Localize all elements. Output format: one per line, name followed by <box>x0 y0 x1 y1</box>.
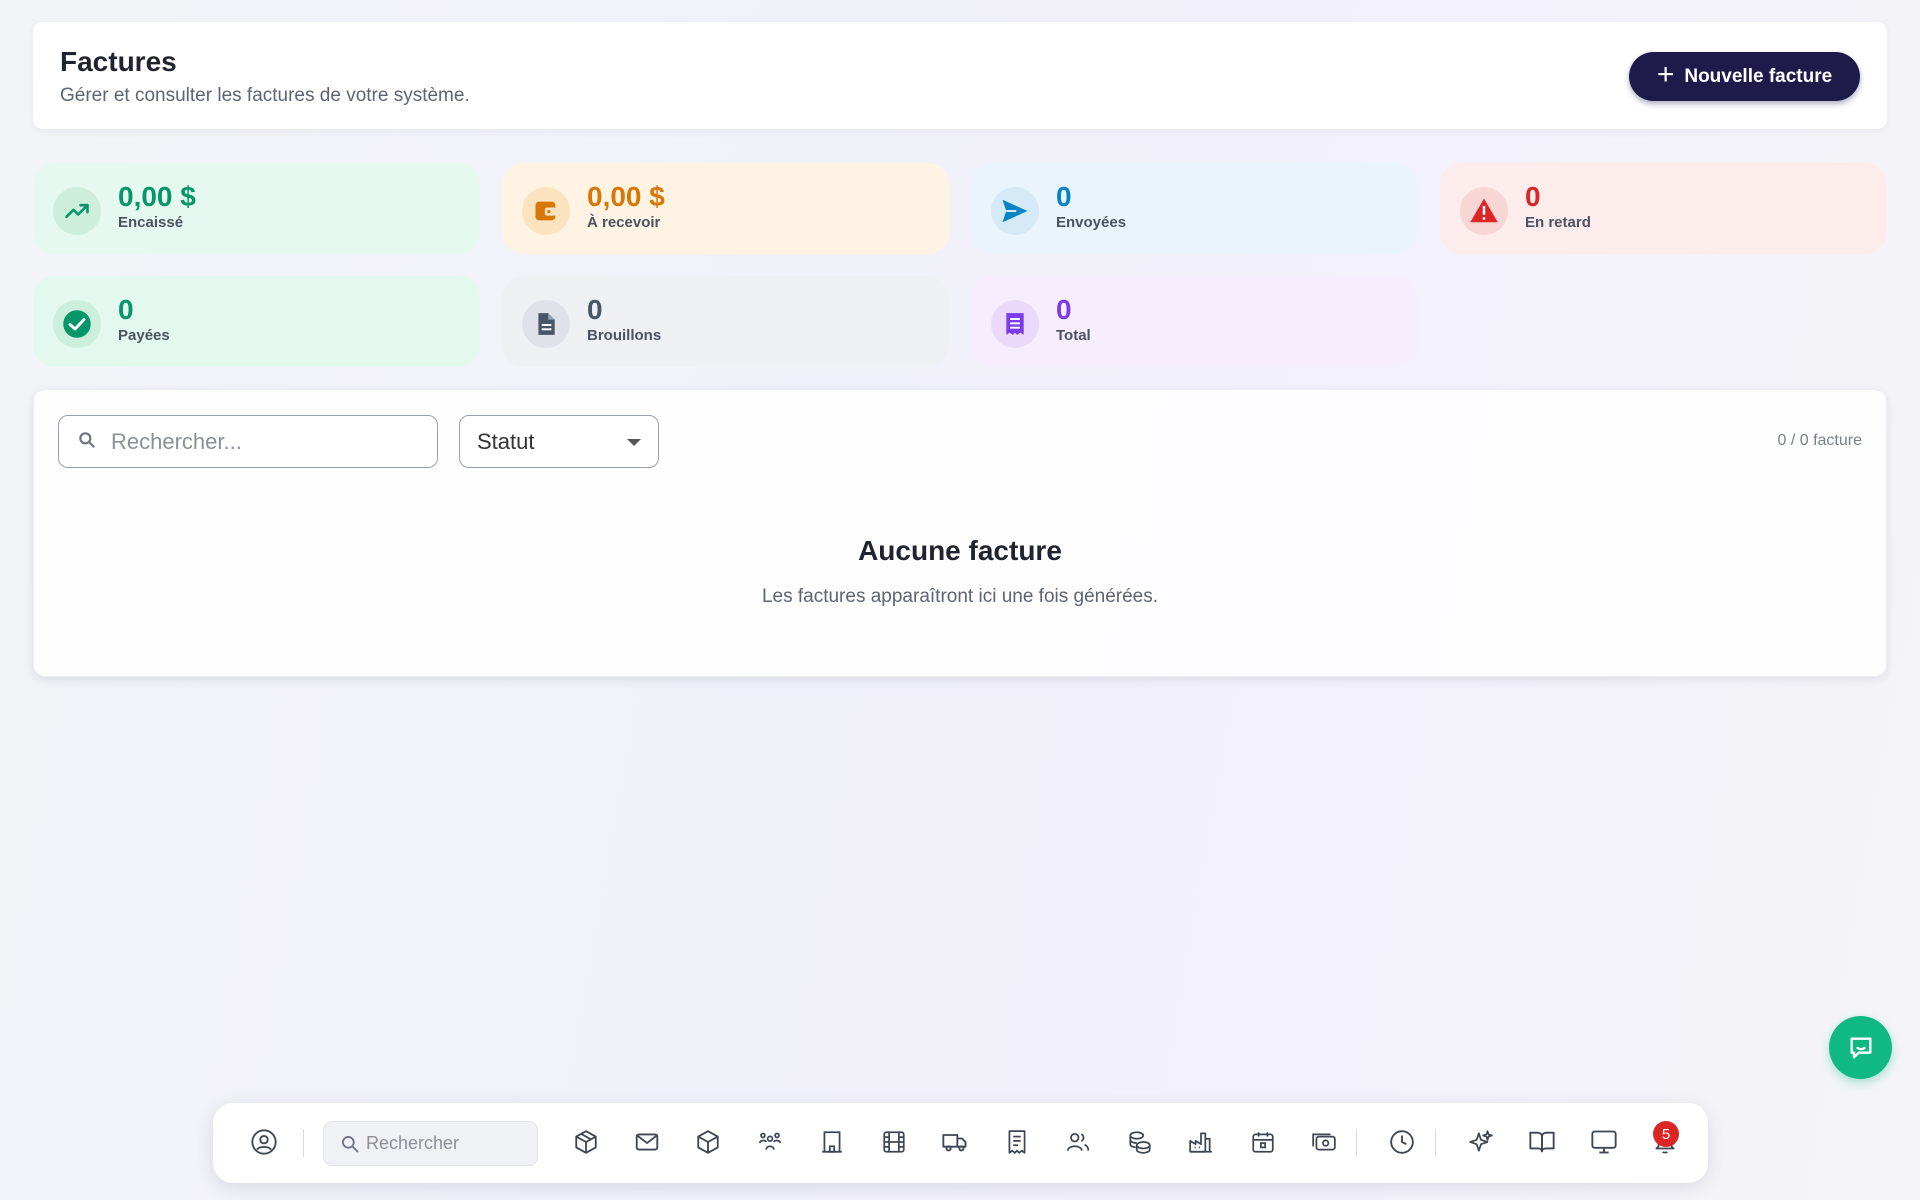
dock-search-field[interactable] <box>323 1121 538 1166</box>
stat-value: 0,00 $ <box>587 181 665 212</box>
chat-button[interactable] <box>1829 1016 1892 1079</box>
empty-state-title: Aucune facture <box>858 535 1062 566</box>
new-invoice-label: Nouvelle facture <box>1684 65 1833 87</box>
stat-label: Envoyées <box>1056 214 1127 231</box>
money-icon[interactable] <box>1305 1123 1343 1161</box>
plus-icon: + <box>1656 58 1675 91</box>
truck-icon[interactable] <box>936 1123 974 1161</box>
notification-badge: 5 <box>1653 1121 1679 1147</box>
page-header: Factures Gérer et consulter les factures… <box>33 22 1887 129</box>
users-icon[interactable] <box>1059 1123 1097 1161</box>
stat-value: 0 <box>1056 181 1072 212</box>
search-icon <box>340 1134 360 1154</box>
stat-value: 0 <box>1056 294 1072 325</box>
status-select-value: Statut <box>477 428 535 454</box>
clock-icon[interactable] <box>1383 1123 1421 1161</box>
empty-state-text: Les factures apparaîtront ici une fois g… <box>761 586 1159 607</box>
stat-label: À recevoir <box>587 214 661 231</box>
status-select[interactable]: Statut <box>459 415 659 468</box>
invoices-panel: Statut 0 / 0 facture Aucune facture Les … <box>33 389 1887 677</box>
invoice-count: 0 / 0 facture <box>1777 432 1863 449</box>
stat-card-envoyees: 0 Envoyées <box>971 163 1418 254</box>
search-icon <box>77 430 97 450</box>
alert-triangle-icon <box>1460 187 1508 235</box>
bottom-dock: 5 <box>213 1103 1708 1183</box>
user-circle-icon[interactable] <box>245 1123 283 1161</box>
book-icon[interactable] <box>1523 1123 1561 1161</box>
stat-label: Total <box>1056 327 1091 344</box>
stat-card-encaisse: 0,00 $ Encaissé <box>33 163 480 254</box>
receipt-icon <box>991 300 1039 348</box>
wallet-icon <box>522 187 570 235</box>
chevron-down-icon <box>627 439 641 446</box>
check-circle-icon <box>53 300 101 348</box>
team-icon[interactable] <box>751 1123 789 1161</box>
stat-card-en-retard: 0 En retard <box>1440 163 1887 254</box>
search-input[interactable] <box>59 428 437 455</box>
document-icon <box>522 300 570 348</box>
stat-card-a-recevoir: 0,00 $ À recevoir <box>502 163 949 254</box>
building-icon[interactable] <box>813 1123 851 1161</box>
chat-icon <box>1850 1037 1871 1058</box>
send-icon <box>991 187 1039 235</box>
stat-value: 0,00 $ <box>118 181 196 212</box>
stat-label: Payées <box>118 327 170 344</box>
dock-divider <box>1435 1129 1436 1157</box>
stat-value: 0 <box>587 294 603 325</box>
stat-label: Brouillons <box>587 327 662 344</box>
stat-value: 0 <box>1525 181 1541 212</box>
search-field[interactable] <box>58 415 438 468</box>
stat-card-total: 0 Total <box>971 276 1418 367</box>
stat-card-brouillons: 0 Brouillons <box>502 276 949 367</box>
stat-card-payees: 0 Payées <box>33 276 480 367</box>
dock-divider <box>1356 1129 1357 1157</box>
film-icon[interactable] <box>875 1123 913 1161</box>
page-subtitle: Gérer et consulter les factures de votre… <box>60 85 470 106</box>
box-icon[interactable] <box>567 1123 605 1161</box>
factory-icon[interactable] <box>1182 1123 1220 1161</box>
coins-icon[interactable] <box>1121 1123 1159 1161</box>
package-icon[interactable] <box>689 1123 727 1161</box>
stat-value: 0 <box>118 294 134 325</box>
new-invoice-button[interactable]: + Nouvelle facture <box>1629 52 1860 101</box>
sparkles-icon[interactable] <box>1462 1123 1500 1161</box>
dock-divider <box>303 1129 304 1157</box>
monitor-icon[interactable] <box>1585 1123 1623 1161</box>
calendar-icon[interactable] <box>1244 1123 1282 1161</box>
mail-icon[interactable] <box>628 1123 666 1161</box>
page-title: Factures <box>60 46 177 77</box>
stat-label: En retard <box>1525 214 1591 231</box>
trending-up-icon <box>53 187 101 235</box>
stat-label: Encaissé <box>118 214 184 231</box>
receipt-icon[interactable] <box>998 1123 1036 1161</box>
